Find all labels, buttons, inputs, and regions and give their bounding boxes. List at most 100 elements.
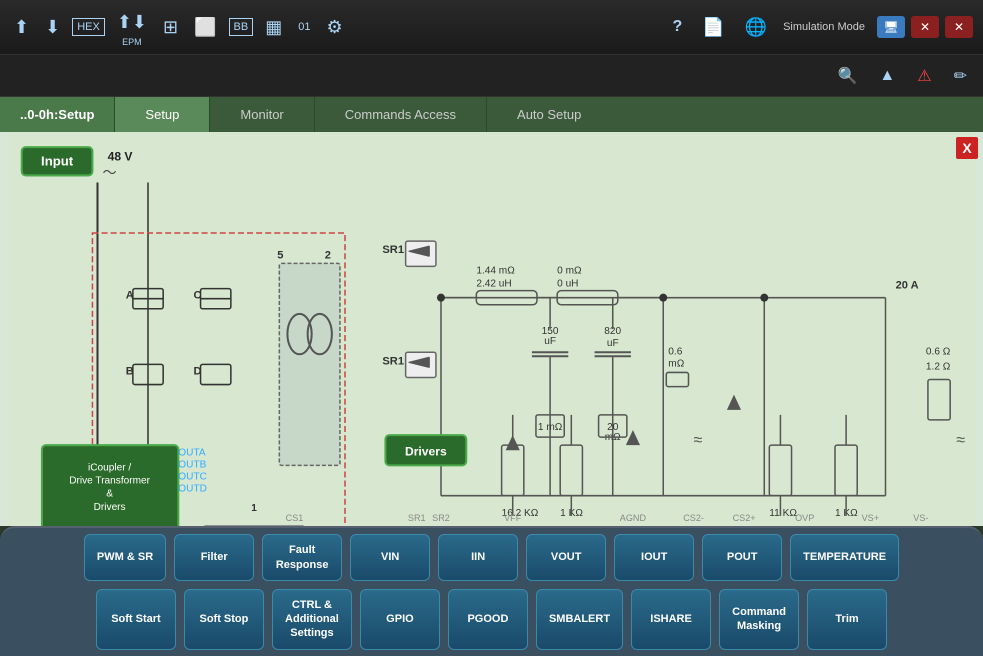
svg-text:0 mΩ: 0 mΩ xyxy=(557,265,582,276)
gpio-btn[interactable]: GPIO xyxy=(360,589,440,650)
svg-text:OVP: OVP xyxy=(795,513,814,523)
hex-icon-group[interactable]: HEX xyxy=(72,18,105,36)
svg-text:Drivers: Drivers xyxy=(94,502,126,513)
gear-icon-group[interactable]: ⚙ xyxy=(322,13,346,42)
tab-setup[interactable]: Setup xyxy=(114,97,209,132)
svg-text:OUTC: OUTC xyxy=(178,472,207,483)
hex-icon[interactable]: HEX xyxy=(72,18,105,36)
help-icon[interactable]: ? xyxy=(668,14,686,40)
svg-text:&: & xyxy=(106,489,113,500)
svg-text:11 KΩ: 11 KΩ xyxy=(769,508,797,519)
download-icon-group[interactable]: ⬇ xyxy=(41,13,64,42)
download-icon[interactable]: ⬇ xyxy=(41,13,64,42)
svg-text:0 uH: 0 uH xyxy=(557,279,578,290)
svg-text:SR2: SR2 xyxy=(432,513,450,523)
svg-text:CS1: CS1 xyxy=(286,513,304,523)
tree-icon-group[interactable]: ⊞ xyxy=(159,13,182,42)
sim-icons: 🖥 ✕ ✕ xyxy=(877,16,973,38)
epm-icon[interactable]: ⬆⬇ xyxy=(113,8,151,37)
globe-icon[interactable]: 🌐 xyxy=(741,13,771,42)
button-row-1: PWM & SR Filter Fault Response VIN IIN V… xyxy=(15,534,968,581)
breadcrumb-active: Setup xyxy=(58,107,94,122)
svg-text:1: 1 xyxy=(251,503,257,514)
svg-text:48 V: 48 V xyxy=(108,149,133,163)
command-masking-btn[interactable]: Command Masking xyxy=(719,589,799,650)
epm-icon-group[interactable]: ⬆⬇ EPM xyxy=(113,8,151,47)
svg-text:VS-: VS- xyxy=(913,513,928,523)
epm-label: EPM xyxy=(122,37,142,47)
svg-text:SR1: SR1 xyxy=(382,244,404,256)
toolbar-left-icons: ⬆ ⬇ HEX ⬆⬇ EPM ⊞ ⬜ BB ▦ 01 ⚙ xyxy=(10,8,668,47)
svg-text:1 mΩ: 1 mΩ xyxy=(538,422,563,433)
sim-mode-label: Simulation Mode xyxy=(783,21,865,33)
trim-btn[interactable]: Trim xyxy=(807,589,887,650)
upload-icon-group[interactable]: ⬆ xyxy=(10,13,33,42)
svg-text:Drivers: Drivers xyxy=(405,444,447,458)
vout-btn[interactable]: VOUT xyxy=(526,534,606,581)
svg-text:1.2 Ω: 1.2 Ω xyxy=(926,361,951,372)
svg-text:20 A: 20 A xyxy=(896,280,919,292)
bb-icon[interactable]: BB xyxy=(229,18,254,36)
svg-text:0.6 Ω: 0.6 Ω xyxy=(926,346,951,357)
svg-text:VS+: VS+ xyxy=(862,513,879,523)
pen-icon[interactable]: ✏ xyxy=(948,63,973,89)
bb-icon-group[interactable]: BB xyxy=(229,18,254,36)
svg-text:uF: uF xyxy=(544,336,556,347)
svg-text:OUTB: OUTB xyxy=(178,459,206,470)
filter-btn[interactable]: Filter xyxy=(174,534,254,581)
svg-text:2: 2 xyxy=(325,249,331,261)
main-content: X Input 48 V 〜 A C B xyxy=(0,132,983,656)
ishare-btn[interactable]: ISHARE xyxy=(631,589,711,650)
main-toolbar: ⬆ ⬇ HEX ⬆⬇ EPM ⊞ ⬜ BB ▦ 01 ⚙ ? xyxy=(0,0,983,55)
close-button[interactable]: X xyxy=(956,137,978,159)
ctrl-btn[interactable]: CTRL & Additional Settings xyxy=(272,589,352,650)
screen-icon-group[interactable]: ⬜ xyxy=(190,13,220,42)
binary-icon-group[interactable]: 01 xyxy=(294,17,314,37)
svg-text:≈: ≈ xyxy=(956,431,965,449)
soft-start-btn[interactable]: Soft Start xyxy=(96,589,176,650)
tab-monitor[interactable]: Monitor xyxy=(209,97,313,132)
toolbar-right: ? 📄 🌐 Simulation Mode 🖥 ✕ ✕ xyxy=(668,13,973,42)
tab-commands-access[interactable]: Commands Access xyxy=(314,97,486,132)
iin-btn[interactable]: IIN xyxy=(438,534,518,581)
svg-text:1.44 mΩ: 1.44 mΩ xyxy=(476,265,515,276)
monitor-sim-icon[interactable]: 🖥 xyxy=(877,16,905,38)
svg-text:CS2-: CS2- xyxy=(683,513,704,523)
screen-icon[interactable]: ⬜ xyxy=(190,13,220,42)
alert-icon[interactable]: ⚠ xyxy=(911,63,937,89)
tab-auto-setup[interactable]: Auto Setup xyxy=(486,97,611,132)
svg-text:≈: ≈ xyxy=(694,431,703,449)
search-icon[interactable]: 🔍 xyxy=(831,63,863,89)
svg-text:uF: uF xyxy=(607,338,619,349)
doc-icon[interactable]: 📄 xyxy=(698,13,728,42)
mountain-icon[interactable]: ▲ xyxy=(873,64,901,88)
vin-btn[interactable]: VIN xyxy=(350,534,430,581)
svg-text:SR1: SR1 xyxy=(382,355,404,367)
svg-text:iCoupler /: iCoupler / xyxy=(88,462,131,473)
table-icon[interactable]: ▦ xyxy=(261,13,286,42)
svg-text:AGND: AGND xyxy=(620,513,647,523)
fault-response-btn[interactable]: Fault Response xyxy=(262,534,342,581)
button-row-2: Soft Start Soft Stop CTRL & Additional S… xyxy=(15,589,968,650)
binary-icon[interactable]: 01 xyxy=(294,17,314,37)
upload-icon[interactable]: ⬆ xyxy=(10,13,33,42)
soft-stop-btn[interactable]: Soft Stop xyxy=(184,589,264,650)
pout-btn[interactable]: POUT xyxy=(702,534,782,581)
tree-icon[interactable]: ⊞ xyxy=(159,13,182,42)
pwm-sr-btn[interactable]: PWM & SR xyxy=(84,534,166,581)
svg-text:〜: 〜 xyxy=(103,164,117,180)
svg-text:2.42 uH: 2.42 uH xyxy=(476,279,511,290)
svg-text:VFF: VFF xyxy=(504,513,522,523)
temperature-btn[interactable]: TEMPERATURE xyxy=(790,534,899,581)
smbalert-btn[interactable]: SMBALERT xyxy=(536,589,623,650)
svg-text:0.6: 0.6 xyxy=(668,346,682,357)
iout-btn[interactable]: IOUT xyxy=(614,534,694,581)
sim-red-icon1[interactable]: ✕ xyxy=(911,16,939,38)
secondary-toolbar: 🔍 ▲ ⚠ ✏ xyxy=(0,55,983,97)
pgood-btn[interactable]: PGOOD xyxy=(448,589,528,650)
svg-text:Input: Input xyxy=(41,153,74,168)
sim-red-icon2[interactable]: ✕ xyxy=(945,16,973,38)
table-icon-group[interactable]: ▦ xyxy=(261,13,286,42)
breadcrumb-prefix: ..0-0h: xyxy=(20,107,58,122)
gear-icon[interactable]: ⚙ xyxy=(322,13,346,42)
